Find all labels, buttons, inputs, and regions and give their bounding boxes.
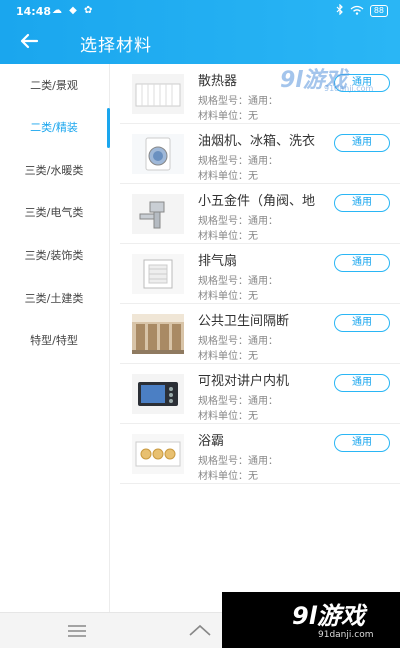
arrow-left-icon bbox=[19, 33, 39, 53]
watermark-bottom: 9l游戏 91danji.com bbox=[222, 592, 400, 648]
material-list: 散热器 规格型号：通用： 材料单位：无 通用 油烟机、冰箱、洗衣 规格型号：通用… bbox=[120, 64, 400, 612]
sidebar-item-civil[interactable]: 三类/土建类 bbox=[0, 284, 108, 314]
general-tag: 通用 bbox=[334, 374, 390, 392]
list-item[interactable]: 排气扇 规格型号：通用： 材料单位：无 通用 bbox=[120, 244, 400, 304]
sidebar-item-special[interactable]: 特型/特型 bbox=[0, 326, 108, 356]
material-name: 浴霸 bbox=[198, 434, 225, 449]
material-unit: 材料单位：无 bbox=[198, 471, 258, 482]
battery-indicator: 88 bbox=[369, 5, 388, 17]
material-spec: 规格型号：通用： bbox=[198, 396, 278, 407]
notification-icons: ☁ ◆ ✿ bbox=[52, 5, 95, 16]
list-item[interactable]: 可视对讲户内机 规格型号：通用： 材料单位：无 通用 bbox=[120, 364, 400, 424]
general-tag: 通用 bbox=[334, 314, 390, 332]
material-name: 排气扇 bbox=[198, 254, 238, 269]
hardware-valve-image bbox=[132, 194, 184, 234]
watermark-top-url: 91danji.com bbox=[324, 84, 374, 93]
sidebar-item-decoration[interactable]: 三类/装饰类 bbox=[0, 241, 108, 271]
material-spec: 规格型号：通用： bbox=[198, 96, 278, 107]
general-tag: 通用 bbox=[334, 194, 390, 212]
material-unit: 材料单位：无 bbox=[198, 231, 258, 242]
general-tag: 通用 bbox=[334, 254, 390, 272]
material-unit: 材料单位：无 bbox=[198, 351, 258, 362]
material-name: 油烟机、冰箱、洗衣 bbox=[198, 134, 316, 149]
sidebar-item-electrical[interactable]: 三类/电气类 bbox=[0, 198, 108, 228]
category-sidebar: 二类/景观 二类/精装 三类/水暖类 三类/电气类 三类/装饰类 三类/土建类 … bbox=[0, 64, 110, 612]
toilet-partition-image bbox=[132, 314, 184, 354]
exhaust-fan-image bbox=[132, 254, 184, 294]
material-spec: 规格型号：通用： bbox=[198, 336, 278, 347]
status-bar: 14:48 ☁ ◆ ✿ 88 bbox=[0, 0, 400, 22]
back-button[interactable] bbox=[14, 28, 44, 58]
material-unit: 材料单位：无 bbox=[198, 111, 258, 122]
watermark-top: 9l游戏 91danji.com bbox=[280, 62, 380, 98]
status-time: 14:48 bbox=[16, 5, 52, 18]
material-unit: 材料单位：无 bbox=[198, 171, 258, 182]
general-tag: 通用 bbox=[334, 434, 390, 452]
material-name: 小五金件（角阀、地 bbox=[198, 194, 316, 209]
material-unit: 材料单位：无 bbox=[198, 411, 258, 422]
page-title: 选择材料 bbox=[80, 36, 152, 56]
watermark-bottom-text: 9l游戏 bbox=[292, 602, 365, 630]
sidebar-item-plumbing[interactable]: 三类/水暖类 bbox=[0, 156, 108, 186]
list-item[interactable]: 小五金件（角阀、地 规格型号：通用： 材料单位：无 通用 bbox=[120, 184, 400, 244]
active-indicator bbox=[107, 108, 110, 148]
menu-icon bbox=[67, 622, 87, 641]
washing-machine-image bbox=[132, 134, 184, 174]
list-item[interactable]: 公共卫生间隔断 规格型号：通用： 材料单位：无 通用 bbox=[120, 304, 400, 364]
wifi-icon bbox=[350, 5, 364, 18]
app-header: 选择材料 bbox=[0, 22, 400, 64]
bath-heater-image bbox=[132, 434, 184, 474]
video-intercom-image bbox=[132, 374, 184, 414]
home-button[interactable] bbox=[185, 619, 215, 643]
material-spec: 规格型号：通用： bbox=[198, 216, 278, 227]
sidebar-item-fine-decoration[interactable]: 二类/精装 bbox=[0, 113, 108, 143]
material-name: 散热器 bbox=[198, 74, 238, 89]
list-item[interactable]: 油烟机、冰箱、洗衣 规格型号：通用： 材料单位：无 通用 bbox=[120, 124, 400, 184]
material-spec: 规格型号：通用： bbox=[198, 156, 278, 167]
general-tag: 通用 bbox=[334, 134, 390, 152]
top-bar: 14:48 ☁ ◆ ✿ 88 选择材料 bbox=[0, 0, 400, 64]
system-icons: 88 bbox=[336, 3, 388, 18]
material-name: 公共卫生间隔断 bbox=[198, 314, 290, 329]
material-unit: 材料单位：无 bbox=[198, 291, 258, 302]
home-icon bbox=[188, 622, 212, 641]
material-spec: 规格型号：通用： bbox=[198, 276, 278, 287]
list-item[interactable]: 浴霸 规格型号：通用： 材料单位：无 通用 bbox=[120, 424, 400, 484]
material-name: 可视对讲户内机 bbox=[198, 374, 290, 389]
watermark-bottom-url: 91danji.com bbox=[318, 630, 374, 640]
bluetooth-icon bbox=[336, 3, 344, 18]
radiator-image bbox=[132, 74, 184, 114]
sidebar-item-landscape[interactable]: 二类/景观 bbox=[0, 71, 108, 101]
material-spec: 规格型号：通用： bbox=[198, 456, 278, 467]
menu-button[interactable] bbox=[62, 619, 92, 643]
